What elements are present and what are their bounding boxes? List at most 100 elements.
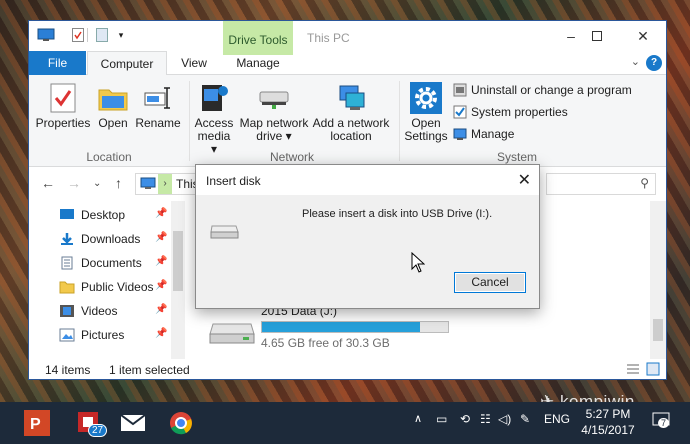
manage-icon — [453, 128, 467, 140]
notification-badge: 27 — [88, 424, 108, 437]
manage-label: Manage — [471, 127, 515, 141]
action-center-badge: 7 — [658, 418, 670, 428]
sidebar-scrollbar[interactable] — [171, 201, 185, 359]
system-properties-label: System properties — [471, 105, 568, 119]
qat-separator — [87, 28, 88, 42]
uninstall-label: Uninstall or change a program — [471, 83, 632, 97]
open-button[interactable]: Open — [93, 81, 133, 130]
large-icons-view-icon[interactable] — [646, 362, 660, 379]
system-group-label: System — [496, 150, 537, 164]
pin-icon[interactable]: 📌 — [155, 256, 167, 267]
drive-tile[interactable]: 2015 Data (J:) 4.65 GB free of 30.3 GB — [209, 304, 489, 354]
mail-icon[interactable] — [118, 408, 148, 438]
pin-icon[interactable]: 📌 — [155, 232, 167, 243]
new-folder-qat-icon[interactable] — [95, 27, 109, 43]
up-arrow-icon[interactable]: ↑ — [115, 175, 122, 191]
dialog-message: Please insert a disk into USB Drive (I:)… — [302, 208, 493, 220]
tab-computer[interactable]: Computer — [87, 51, 167, 76]
system-properties-button[interactable]: System properties — [453, 103, 568, 121]
properties-button[interactable]: Properties — [35, 81, 91, 130]
app-with-badge-icon[interactable]: 27 — [74, 408, 108, 438]
volume-icon[interactable]: ◁) — [498, 412, 511, 426]
downloads-icon — [61, 233, 73, 245]
chrome-icon[interactable] — [166, 408, 196, 438]
usb-drive-icon — [210, 225, 239, 239]
properties-qat-icon[interactable] — [71, 27, 85, 43]
settings-gear-icon — [403, 81, 449, 115]
qat-dropdown-icon[interactable]: ▾ — [115, 27, 127, 43]
tray-chevron-icon[interactable]: ∧ — [414, 412, 422, 425]
tab-file[interactable]: File — [29, 51, 86, 75]
add-location-label-2: location — [330, 129, 372, 143]
back-arrow-icon[interactable]: ← — [41, 175, 55, 191]
network-icon[interactable]: ☷ — [480, 412, 491, 426]
navigation-pane: Desktop 📌 Downloads 📌 Documents 📌 Public… — [29, 201, 189, 359]
uninstall-icon — [453, 83, 467, 97]
drive-usage-fill — [262, 322, 421, 332]
hard-drive-icon — [209, 323, 255, 344]
cancel-button[interactable]: Cancel — [454, 272, 526, 293]
status-bar: 14 items 1 item selected — [29, 359, 666, 381]
add-network-location-button[interactable]: Add a network location — [311, 81, 391, 143]
network-drive-icon — [237, 81, 311, 115]
sidebar-item-label: Videos — [81, 304, 118, 318]
rename-label: Rename — [135, 116, 181, 130]
help-icon[interactable]: ? — [646, 55, 662, 71]
pen-icon[interactable]: ✎ — [520, 412, 530, 426]
manage-button[interactable]: Manage — [453, 125, 514, 143]
this-pc-icon — [37, 27, 55, 43]
language-indicator[interactable]: ENG — [544, 412, 570, 426]
uninstall-program-button[interactable]: Uninstall or change a program — [453, 81, 632, 99]
map-network-drive-button[interactable]: Map network drive ▾ — [237, 81, 311, 143]
breadcrumb-chevron-icon[interactable]: › — [158, 174, 172, 194]
details-view-icon[interactable] — [626, 363, 640, 378]
forward-arrow-icon[interactable]: → — [67, 175, 81, 191]
dialog-title: Insert disk — [206, 174, 261, 188]
taskbar: P 27 ∧ ▭ ⟲ ☷ ◁) ✎ ENG 5:27 PM 4/15/2017 … — [0, 402, 690, 444]
tray-app-icon[interactable]: ▭ — [436, 412, 447, 426]
maximize-button[interactable] — [577, 25, 617, 47]
ribbon: Properties Open Rename Location Access m… — [29, 75, 666, 167]
open-settings-button[interactable]: Open Settings — [403, 81, 449, 143]
search-input[interactable]: ⚲ — [546, 173, 656, 195]
content-scroll-thumb[interactable] — [653, 319, 663, 341]
search-icon: ⚲ — [640, 176, 649, 190]
dialog-close-icon[interactable]: ✕ — [518, 170, 531, 190]
clock[interactable]: 5:27 PM 4/15/2017 — [578, 406, 638, 438]
window-title: This PC — [307, 31, 350, 45]
sidebar-item-label: Desktop — [81, 208, 126, 222]
pin-icon[interactable]: 📌 — [155, 208, 167, 219]
pin-icon[interactable]: 📌 — [155, 280, 167, 291]
documents-icon — [61, 256, 73, 270]
sidebar-item-label: Downloads — [81, 232, 141, 246]
desktop-icon — [60, 209, 74, 219]
properties-icon — [35, 81, 91, 115]
sync-icon[interactable]: ⟲ — [460, 412, 470, 426]
ribbon-separator — [399, 81, 400, 161]
title-bar: ▾ Drive Tools This PC – ✕ — [29, 21, 666, 55]
tab-manage[interactable]: Manage — [223, 51, 293, 75]
ribbon-tabs: File Computer View Manage — [29, 51, 666, 76]
content-scrollbar[interactable] — [650, 201, 666, 359]
powerpoint-icon[interactable]: P — [22, 408, 52, 438]
recent-locations-icon[interactable]: ⌄ — [93, 178, 101, 189]
access-media-button[interactable]: Access media ▾ — [193, 81, 235, 156]
sidebar-item-label: Pictures — [81, 328, 125, 342]
pictures-icon — [59, 328, 75, 342]
ribbon-separator — [189, 81, 190, 161]
rename-icon — [135, 81, 181, 115]
selection-count: 1 item selected — [109, 363, 190, 377]
ribbon-expand-icon[interactable]: ⌄ — [631, 55, 640, 68]
pin-icon[interactable]: 📌 — [155, 328, 167, 339]
rename-button[interactable]: Rename — [135, 81, 181, 130]
action-center-icon[interactable]: 7 — [652, 412, 670, 431]
map-drive-label-2: drive — [256, 129, 283, 143]
tab-view[interactable]: View — [169, 51, 219, 75]
clock-date: 4/15/2017 — [581, 423, 635, 437]
system-properties-icon — [453, 105, 467, 119]
pin-icon[interactable]: 📌 — [155, 304, 167, 315]
sidebar-scroll-thumb[interactable] — [173, 231, 183, 291]
close-button[interactable]: ✕ — [623, 25, 663, 47]
sidebar-item-label: Public Videos — [81, 280, 154, 294]
open-icon — [93, 81, 133, 115]
